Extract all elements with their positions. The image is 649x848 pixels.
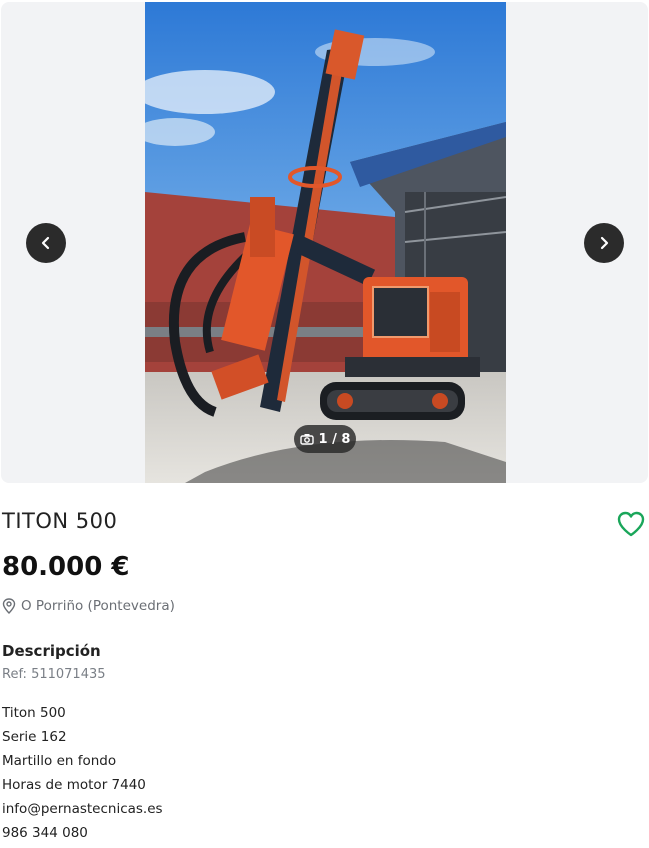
chevron-left-icon	[41, 236, 50, 250]
description-line: Horas de motor 7440	[2, 777, 146, 793]
listing-title: TITON 500	[2, 509, 118, 533]
photo-counter-text: 1 / 8	[318, 431, 351, 447]
description-email: info@pernastecnicas.es	[2, 801, 163, 817]
photo-counter[interactable]: 1 / 8	[294, 425, 356, 453]
camera-icon	[299, 434, 314, 445]
heart-icon	[617, 511, 645, 537]
description-phone: 986 344 080	[2, 825, 88, 841]
description-line: Titon 500	[2, 705, 66, 721]
chevron-right-icon	[600, 236, 609, 250]
listing-price: 80.000 €	[2, 552, 130, 582]
listing-photo[interactable]	[145, 2, 506, 483]
description-line: Martillo en fondo	[2, 753, 117, 769]
drill-rig-photo	[145, 2, 506, 483]
description-body: Titon 500 Serie 162 Martillo en fondo Ho…	[2, 704, 163, 848]
photo-gallery: 1 / 8	[1, 2, 648, 483]
reference-number: Ref: 511071435	[2, 667, 106, 682]
previous-photo-button[interactable]	[26, 223, 66, 263]
next-photo-button[interactable]	[584, 223, 624, 263]
location-text: O Porriño (Pontevedra)	[21, 598, 175, 614]
description-heading: Descripción	[2, 642, 101, 660]
favorite-button[interactable]	[616, 510, 646, 538]
description-line: Serie 162	[2, 729, 67, 745]
listing-location: O Porriño (Pontevedra)	[2, 598, 175, 614]
location-pin-icon	[2, 598, 16, 614]
